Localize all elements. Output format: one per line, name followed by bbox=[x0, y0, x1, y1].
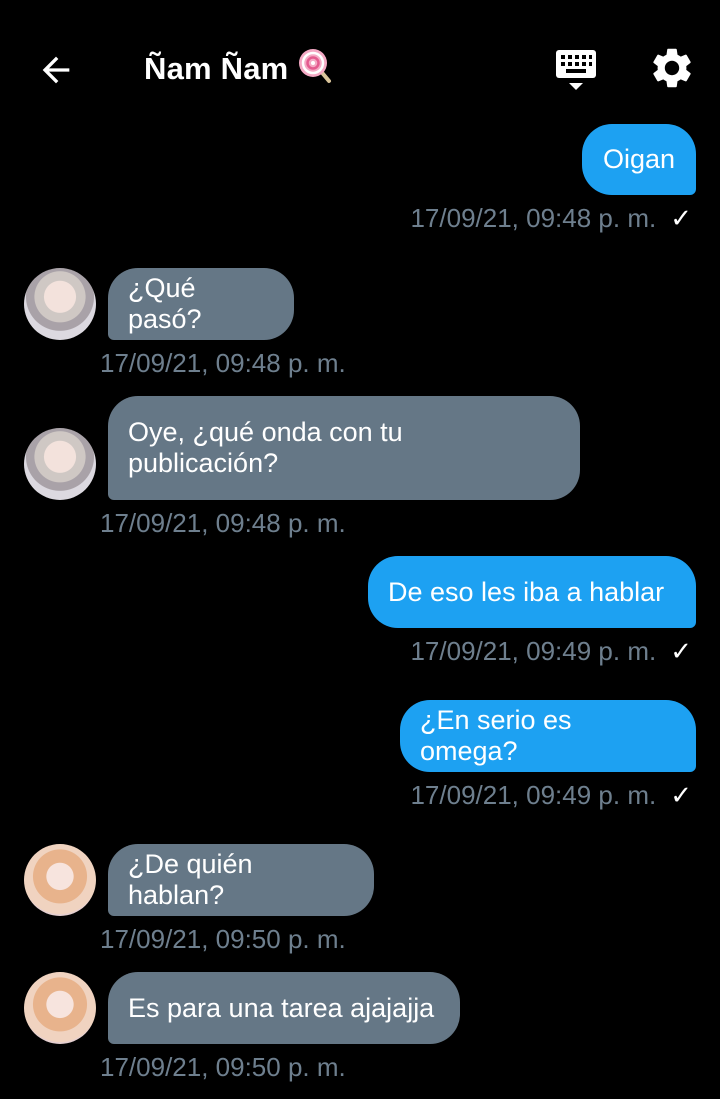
message-text-line: publicación? bbox=[128, 448, 279, 478]
keyboard-icon bbox=[556, 50, 596, 90]
message-timestamp: 17/09/21, 09:48 p. m. ✓ bbox=[410, 203, 692, 233]
chat-header: Ñam Ñam bbox=[0, 0, 720, 136]
message-bubble-incoming[interactable]: Oye, ¿qué onda con tu publicación? bbox=[108, 396, 580, 500]
message-text: De eso les iba a hablar bbox=[388, 576, 665, 607]
message-text: ¿Qué pasó? bbox=[128, 273, 202, 334]
message-text: Es para una tarea ajajajja bbox=[128, 992, 435, 1023]
message-bubble-incoming[interactable]: ¿De quién hablan? bbox=[108, 844, 374, 916]
message-timestamp: 17/09/21, 09:48 p. m. bbox=[100, 508, 346, 538]
message-bubble-incoming[interactable]: Es para una tarea ajajajja bbox=[108, 972, 460, 1044]
message-timestamp: 17/09/21, 09:49 p. m. ✓ bbox=[410, 780, 692, 810]
chat-title: Ñam Ñam bbox=[144, 46, 334, 92]
message-text: ¿En serio es omega? bbox=[420, 705, 572, 766]
settings-button[interactable] bbox=[648, 44, 696, 92]
message-bubble-outgoing[interactable]: Oigan bbox=[582, 124, 696, 195]
chat-screen: Ñam Ñam Oigan 17/09/21, 09:48 p. m. ✓ ¿Q… bbox=[0, 0, 720, 1099]
avatar[interactable] bbox=[24, 844, 96, 916]
check-icon: ✓ bbox=[670, 780, 692, 810]
check-icon: ✓ bbox=[670, 203, 692, 233]
avatar[interactable] bbox=[24, 428, 96, 500]
message-bubble-incoming[interactable]: ¿Qué pasó? bbox=[108, 268, 294, 340]
message-bubble-outgoing[interactable]: De eso les iba a hablar bbox=[368, 556, 696, 628]
back-arrow-icon bbox=[42, 56, 70, 84]
message-timestamp: 17/09/21, 09:50 p. m. bbox=[100, 924, 346, 954]
chat-title-text: Ñam Ñam bbox=[144, 51, 289, 86]
back-button[interactable] bbox=[30, 44, 82, 96]
message-text-line: Oye, ¿qué onda con tu bbox=[128, 417, 403, 447]
message-timestamp: 17/09/21, 09:50 p. m. bbox=[100, 1052, 346, 1082]
keyboard-button[interactable] bbox=[552, 46, 600, 94]
message-bubble-outgoing[interactable]: ¿En serio es omega? bbox=[400, 700, 696, 772]
message-text: ¿De quién hablan? bbox=[128, 849, 253, 910]
message-text: Oigan bbox=[602, 144, 676, 174]
message-timestamp: 17/09/21, 09:49 p. m. ✓ bbox=[410, 636, 692, 666]
check-icon: ✓ bbox=[670, 636, 692, 666]
message-timestamp: 17/09/21, 09:48 p. m. bbox=[100, 348, 346, 378]
avatar[interactable] bbox=[24, 268, 96, 340]
gear-icon bbox=[653, 48, 691, 88]
avatar[interactable] bbox=[24, 972, 96, 1044]
lollipop-icon bbox=[296, 46, 334, 92]
